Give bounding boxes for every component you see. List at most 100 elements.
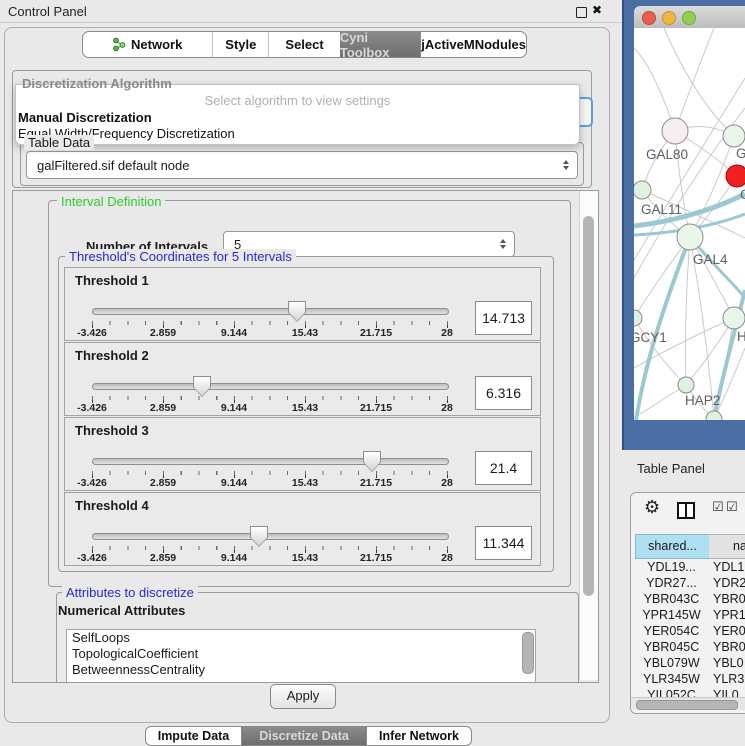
threshold-panel-3: Threshold 3 -3.426 2.859 9.144 15.43 21.… [64,417,541,491]
threshold-1-value-field[interactable]: 14.713 [475,301,532,335]
list-item[interactable]: SelfLoops [67,630,535,646]
zoom-traffic-light-icon[interactable] [682,11,696,25]
float-window-icon[interactable] [576,7,587,18]
threshold-1-slider-track[interactable] [92,308,449,315]
tick-label: 2.859 [138,477,188,489]
table-hscrollbar-track[interactable] [631,697,745,710]
close-icon[interactable]: ✖ [592,3,602,17]
tick-label: 21.715 [351,327,401,339]
network-node-labels: GAL80 GA GAL11 C GAL4 GCY1 H HAP2 [634,146,745,408]
tick-label: 2.859 [138,327,188,339]
threshold-1-slider-thumb[interactable] [288,301,306,322]
node-label-clipped: C [740,187,745,202]
cell-shared-name: YLR345W [635,671,708,687]
tab-impute-data[interactable]: Impute Data [146,727,242,745]
apply-button[interactable]: Apply [270,684,336,709]
tab-infer-network-label: Infer Network [379,729,459,743]
node-top-right [723,125,745,147]
checkbox-icon[interactable]: ☑ [726,499,738,515]
threshold-4-label: Threshold 4 [75,498,149,513]
split-columns-icon[interactable] [677,502,695,519]
control-panel-title: Control Panel [8,4,87,19]
table-panel-title: Table Panel [637,461,705,476]
table-row[interactable]: YBR045C YBR0 [631,639,745,655]
table-row[interactable]: YLR345W YLR3 [631,671,745,687]
cell-name: YDL1 [710,559,745,575]
list-scrollbar[interactable] [522,632,534,674]
tick-label: 9.144 [209,477,259,489]
list-item[interactable]: TopologicalCoefficient [67,646,535,662]
tick-label: -3.426 [67,327,117,339]
table-row[interactable]: YDR27... YDR2 [631,575,745,591]
close-traffic-light-icon[interactable] [642,11,656,25]
cell-name: YLR3 [710,671,745,687]
algorithm-popup-hint: Select algorithm to view settings [16,93,579,108]
tab-style[interactable]: Style [213,32,269,57]
cell-name: YBR0 [710,591,745,607]
tick-label: 28 [422,477,472,489]
table-row[interactable]: YBR043C YBR0 [631,591,745,607]
tab-cyni-toolbox-label: Cyni Toolbox [340,31,420,58]
table-row[interactable]: YBL079W YBL0 [631,655,745,671]
threshold-3-slider-track[interactable] [92,458,449,465]
table-hscrollbar-thumb[interactable] [636,700,738,710]
network-nodes[interactable] [634,118,745,420]
network-window-titlebar[interactable] [634,6,745,29]
threshold-4-slider-thumb[interactable] [250,526,268,547]
tick-label: 9.144 [209,402,259,414]
cell-shared-name: YPR145W [635,607,708,623]
tab-jactivemnodules[interactable]: jActiveMNodules [420,32,526,57]
minimize-traffic-light-icon[interactable] [662,11,676,25]
threshold-panel-4: Threshold 4 -3.426 2.859 9.144 15.43 21.… [64,492,541,566]
popup-option-manual-discretization[interactable]: Manual Discretization [18,110,152,125]
tick-label: 15.43 [280,327,330,339]
tab-discretize-data-label: Discretize Data [259,729,349,743]
tab-infer-network[interactable]: Infer Network [367,727,471,745]
cell-shared-name: YBR043C [635,591,708,607]
threshold-2-slider-thumb[interactable] [193,376,211,397]
threshold-3-value-field[interactable]: 21.4 [475,451,532,485]
attributes-group-title: Attributes to discretize [62,585,198,600]
threshold-2-label: Threshold 2 [75,348,149,363]
threshold-2-value-field[interactable]: 6.316 [475,376,532,410]
node-label-gcy1: GCY1 [634,330,667,345]
cell-shared-name: YER054C [635,623,708,639]
table-data-combobox[interactable]: galFiltered.sif default node [26,151,578,179]
tab-select[interactable]: Select [269,32,340,57]
table-row[interactable]: YER054C YER0 [631,623,745,639]
checkbox-icon[interactable]: ☑ [712,499,724,515]
column-header-name[interactable]: na [709,534,745,559]
panel-scrollbar-thumb[interactable] [583,216,594,596]
tick-label: -3.426 [67,402,117,414]
numerical-attributes-label: Numerical Attributes [58,603,185,618]
node-label-gal80: GAL80 [646,147,688,162]
threshold-2-slider-track[interactable] [92,383,449,390]
panel-scrollbar-track[interactable] [579,191,598,680]
tab-discretize-data[interactable]: Discretize Data [242,727,367,745]
tick-label: 15.43 [280,552,330,564]
table-data-group-title: Table Data [24,135,94,150]
slider-minor-ticks [92,321,448,325]
list-item[interactable]: BetweennessCentrality [67,662,535,678]
tab-cyni-toolbox[interactable]: Cyni Toolbox [340,32,420,57]
network-icon [113,37,126,52]
threshold-4-value-field[interactable]: 11.344 [475,526,532,560]
network-canvas[interactable]: GAL80 GA GAL11 C GAL4 GCY1 H HAP2 [634,28,745,420]
interval-definition-title: Interval Definition [57,194,165,209]
table-row[interactable]: YDL19... YDL1 [631,559,745,575]
tab-network-label: Network [131,37,182,52]
threshold-panel-2: Threshold 2 -3.426 2.859 9.144 15.43 21.… [64,342,541,416]
tick-label: 2.859 [138,402,188,414]
numerical-attributes-list[interactable]: SelfLoops TopologicalCoefficient Between… [66,629,536,683]
tick-label: -3.426 [67,552,117,564]
network-graph: GAL80 GA GAL11 C GAL4 GCY1 H HAP2 [634,28,745,420]
tab-network[interactable]: Network [83,32,213,57]
threshold-3-slider-thumb[interactable] [363,451,381,472]
tick-label: 9.144 [209,327,259,339]
column-header-shared-name[interactable]: shared... [635,534,710,559]
table-row[interactable]: YPR145W YPR1 [631,607,745,623]
gear-icon[interactable]: ⚙ [644,497,660,518]
tick-label: 28 [422,552,472,564]
threshold-4-slider-track[interactable] [92,533,449,540]
cell-name: YPR1 [710,607,745,623]
